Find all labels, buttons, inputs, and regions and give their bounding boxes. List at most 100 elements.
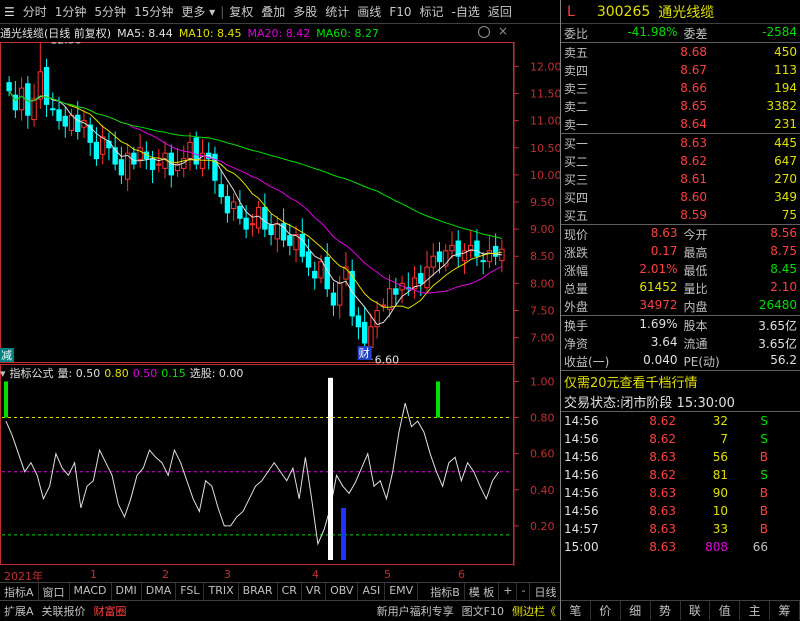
promo-row[interactable]: 仅需20元查看千档行情 <box>561 371 800 391</box>
quote-tabs: 笔价细势联值主筹 <box>561 600 800 620</box>
stats-label2: 内盘 <box>683 299 708 314</box>
tab-right-3[interactable]: - <box>517 583 531 600</box>
period-1[interactable]: 1分钟 <box>51 3 91 20</box>
tab-12[interactable]: EMV <box>385 583 419 600</box>
stats-label: 外盘 <box>564 299 589 314</box>
tab-right-2[interactable]: + <box>499 583 518 600</box>
trade-price: 8.62 <box>649 432 676 446</box>
quote-tab-4[interactable]: 联 <box>681 601 711 620</box>
stats2-value: 0.040 <box>643 352 678 367</box>
buys-label: 买二 <box>564 154 589 169</box>
period-0[interactable]: 分时 <box>19 3 51 20</box>
action-5[interactable]: F10 <box>385 5 415 19</box>
indicator-name[interactable]: 指标公式 <box>10 365 54 381</box>
bottom-extra[interactable]: 图文F10 <box>458 603 508 619</box>
candle-body <box>337 282 343 306</box>
menu-icon[interactable]: ☰ <box>0 5 19 19</box>
trade-time: 15:00 <box>564 540 599 554</box>
buys-vol: 445 <box>774 136 797 150</box>
sells-vol: 3382 <box>766 99 797 113</box>
x-tick-4: 4 <box>312 568 319 581</box>
quote-tab-3[interactable]: 势 <box>651 601 681 620</box>
tab-10[interactable]: OBV <box>326 583 359 600</box>
tab-7[interactable]: BRAR <box>239 583 278 600</box>
candle-body <box>31 98 37 121</box>
tab-8[interactable]: CR <box>278 583 302 600</box>
period-2[interactable]: 5分钟 <box>90 3 130 20</box>
action-6[interactable]: 标记 <box>415 3 447 20</box>
buys-label: 买四 <box>564 190 589 205</box>
quote-tab-5[interactable]: 值 <box>710 601 741 620</box>
sells-label: 卖五 <box>564 45 589 60</box>
stats-block-2: 换手 1.69% 股本 3.65亿 净资 3.64 流通 3.65亿 收益(一) 0.040 PE(… <box>561 316 800 370</box>
quote-tab-7[interactable]: 筹 <box>770 601 800 620</box>
candle-body <box>430 255 436 268</box>
period-4[interactable]: 更多 ▾ <box>177 3 219 20</box>
buys-row-2: 买三 8.61 270 <box>561 170 800 188</box>
period-3[interactable]: 15分钟 <box>130 3 177 20</box>
action-7[interactable]: -自选 <box>448 3 484 20</box>
tab-4[interactable]: DMA <box>142 583 177 600</box>
tab-right-0[interactable]: 指标B <box>426 583 465 600</box>
cai-marker-label: 财 <box>359 346 370 360</box>
close-icon[interactable]: × <box>498 24 508 38</box>
tab-2[interactable]: MACD <box>70 583 112 600</box>
sells-price: 8.64 <box>680 117 707 131</box>
chart-title-line: 通光线缆(日线 前复权) MA5: 8.44 MA10: 8.45 MA20: … <box>0 24 515 42</box>
quote-tab-0[interactable]: 笔 <box>561 601 591 620</box>
price-tick-label: 10.00 <box>530 169 560 182</box>
sidebar-toggle[interactable]: 侧边栏《 <box>508 603 560 619</box>
action-1[interactable]: 叠加 <box>257 3 289 20</box>
trade-side: S <box>760 414 768 428</box>
sells-vol: 113 <box>774 63 797 77</box>
candle-body <box>75 114 81 132</box>
trade-price: 8.62 <box>649 468 676 482</box>
indicator-dropdown-icon[interactable]: ▾ <box>0 367 6 380</box>
bottom-item-2[interactable]: 财富圈 <box>90 603 131 619</box>
price-tick-label: 11.00 <box>530 115 560 128</box>
sells-label: 卖四 <box>564 63 589 78</box>
tab-6[interactable]: TRIX <box>204 583 239 600</box>
trade-vol: 33 <box>712 522 728 536</box>
sell-book: 卖五 8.68 450 卖四 8.67 113 卖三 8.66 194 卖二 8.65 3382 卖一 8… <box>561 43 800 133</box>
bottom-item-0[interactable]: 扩展A <box>0 603 38 619</box>
tab-11[interactable]: ASI <box>358 583 386 600</box>
action-2[interactable]: 多股 <box>289 3 321 20</box>
stats-label2: 最低 <box>683 263 708 278</box>
tab-right-1[interactable]: 模 板 <box>465 583 500 600</box>
tab-0[interactable]: 指标A <box>0 583 39 600</box>
promo-text[interactable]: 仅需20元查看千档行情 <box>564 372 698 391</box>
tab-9[interactable]: VR <box>302 583 327 600</box>
sells-price: 8.65 <box>680 99 707 113</box>
tab-3[interactable]: DMI <box>112 583 142 600</box>
kline-chart[interactable]: 12.00 11.50 11.00 10.50 10.00 9.50 9.00 8.50 8.0… <box>0 42 560 566</box>
signal-bar-white <box>328 377 333 560</box>
action-8[interactable]: 返回 <box>484 3 516 20</box>
stats-row-0: 现价 8.63 今开 8.56 <box>561 225 800 243</box>
action-0[interactable]: 复权 <box>225 3 257 20</box>
bottom-promo[interactable]: 新用户福利专享 <box>373 603 458 619</box>
trade-price: 8.63 <box>649 450 676 464</box>
candle-body <box>50 108 56 111</box>
trade-time: 14:56 <box>564 486 599 500</box>
tab-right-4[interactable]: 日线 <box>530 583 562 600</box>
ind-tick-label: 0.40 <box>530 484 555 497</box>
trade-list: 14:56 8.62 32 S 14:56 8.62 7 S 14:56 8.63 56 B 14:56… <box>561 412 800 556</box>
quote-tab-6[interactable]: 主 <box>740 601 771 620</box>
indicator-param-4: 选股: 0.00 <box>189 367 244 380</box>
stats2-value: 1.69% <box>639 316 678 331</box>
candle-body <box>18 87 25 111</box>
bottom-item-1[interactable]: 关联报价 <box>38 603 90 619</box>
action-3[interactable]: 统计 <box>321 3 353 20</box>
tab-5[interactable]: FSL <box>176 583 205 600</box>
quote-tab-1[interactable]: 价 <box>591 601 621 620</box>
trade-time: 14:56 <box>564 432 599 446</box>
candle-body <box>274 223 281 240</box>
tab-1[interactable]: 窗口 <box>39 583 70 600</box>
settings-icon[interactable] <box>478 26 490 38</box>
action-4[interactable]: 画线 <box>353 3 385 20</box>
quote-tab-2[interactable]: 细 <box>621 601 651 620</box>
trade-price: 8.63 <box>649 504 676 518</box>
candle-body <box>480 260 486 263</box>
indicator-line <box>5 402 500 546</box>
